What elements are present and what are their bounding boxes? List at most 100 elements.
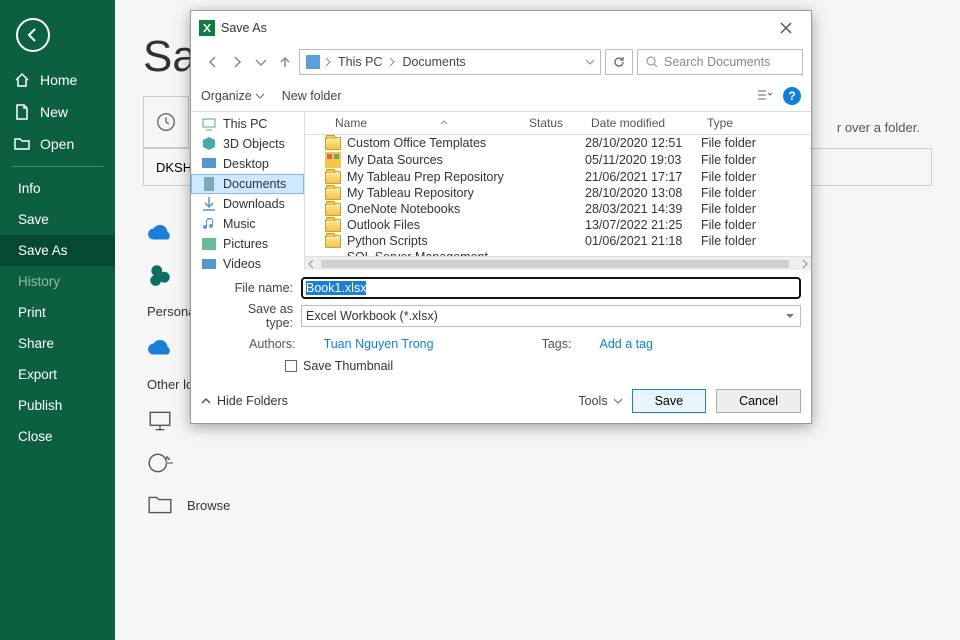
file-row[interactable]: Custom Office Templates28/10/2020 12:51F… [305, 135, 811, 151]
save-as-dialog: Save As This PC Documents Search Documen… [190, 10, 812, 424]
nav-up[interactable] [275, 52, 295, 72]
view-options[interactable] [751, 86, 779, 106]
chevron-down-icon[interactable] [586, 58, 594, 66]
col-name[interactable]: Name [305, 112, 523, 134]
docs-icon [306, 55, 320, 69]
organize-menu[interactable]: Organize [201, 89, 264, 103]
hide-folders-toggle[interactable]: Hide Folders [201, 394, 288, 408]
file-type: File folder [701, 218, 811, 232]
tree-videos[interactable]: Videos [191, 254, 304, 270]
close-button[interactable] [769, 16, 803, 40]
file-row[interactable]: Outlook Files13/07/2022 21:25File folder [305, 217, 811, 233]
backstage-close[interactable]: Close [0, 421, 115, 452]
backstage-label: Open [40, 136, 74, 152]
datasource-icon [325, 152, 341, 168]
folder-icon [325, 187, 341, 200]
file-name-input[interactable] [301, 277, 801, 299]
file-row[interactable]: OneNote Notebooks28/03/2021 14:39File fo… [305, 201, 811, 217]
place-add[interactable] [143, 442, 932, 484]
tree-documents[interactable]: Documents [191, 174, 304, 194]
file-type: File folder [701, 186, 811, 200]
backstage-save[interactable]: Save [0, 204, 115, 235]
scroll-left-icon[interactable] [307, 260, 315, 268]
file-name: Custom Office Templates [347, 136, 486, 150]
backstage-print[interactable]: Print [0, 297, 115, 328]
save-thumbnail-checkbox[interactable] [285, 360, 297, 372]
dialog-fields: File name: Save as type: Excel Workbook … [191, 270, 811, 381]
horizontal-scrollbar[interactable] [305, 256, 811, 270]
save-type-row: Save as type: Excel Workbook (*.xlsx) [227, 302, 801, 330]
folder-icon [325, 171, 341, 184]
scrollbar-thumb[interactable] [321, 260, 789, 268]
address-bar[interactable]: This PC Documents [299, 49, 601, 75]
file-row[interactable]: My Tableau Repository28/10/2020 13:08Fil… [305, 185, 811, 201]
tree-music[interactable]: Music [191, 214, 304, 234]
backstage-new[interactable]: New [0, 96, 115, 128]
tree-desktop[interactable]: Desktop [191, 154, 304, 174]
scroll-right-icon[interactable] [801, 260, 809, 268]
save-type-label: Save as type: [227, 302, 301, 330]
chevron-down-icon [614, 397, 622, 405]
file-row[interactable]: My Data Sources05/11/2020 19:03File fold… [305, 151, 811, 169]
tags-value[interactable]: Add a tag [599, 337, 653, 351]
col-date[interactable]: Date modified [585, 112, 701, 134]
chevron-up-icon [201, 396, 211, 406]
backstage-home[interactable]: Home [0, 64, 115, 96]
backstage-share[interactable]: Share [0, 328, 115, 359]
file-row[interactable]: My Tableau Prep Repository21/06/2021 17:… [305, 169, 811, 185]
file-name: My Tableau Repository [347, 186, 474, 200]
back-button[interactable] [16, 18, 50, 52]
chevron-right-icon [324, 58, 332, 66]
save-button[interactable]: Save [632, 389, 707, 413]
chevron-down-icon [256, 92, 264, 100]
file-date: 05/11/2020 19:03 [585, 153, 701, 167]
file-name: My Data Sources [347, 153, 443, 167]
backstage-label: New [40, 104, 68, 120]
breadcrumb-seg[interactable]: Documents [400, 55, 467, 69]
place-browse[interactable]: Browse [143, 484, 932, 526]
save-thumbnail-label: Save Thumbnail [303, 359, 393, 373]
backstage-save-as[interactable]: Save As [0, 235, 115, 266]
tree-this-pc[interactable]: This PC [191, 114, 304, 134]
nav-forward[interactable] [227, 52, 247, 72]
backstage-open[interactable]: Open [0, 128, 115, 160]
backstage-export[interactable]: Export [0, 359, 115, 390]
new-icon [14, 104, 30, 120]
file-row[interactable]: Python Scripts01/06/2021 21:18File folde… [305, 233, 811, 249]
column-headers: Name Status Date modified Type [305, 112, 811, 135]
open-icon [14, 136, 30, 152]
hint-text: r over a folder. [837, 120, 920, 135]
refresh-button[interactable] [605, 49, 633, 75]
backstage-sidebar: Home New Open Info Save Save As History … [0, 0, 115, 640]
backstage-info[interactable]: Info [0, 173, 115, 204]
tree-pictures[interactable]: Pictures [191, 234, 304, 254]
dialog-footer: Hide Folders Tools Save Cancel [191, 381, 811, 423]
file-date: 01/06/2021 21:18 [585, 234, 701, 248]
excel-icon [199, 20, 215, 36]
breadcrumb-seg[interactable]: This PC [336, 55, 384, 69]
help-button[interactable]: ? [783, 87, 801, 105]
chevron-right-icon [388, 58, 396, 66]
tools-menu[interactable]: Tools [578, 394, 621, 408]
thumbnail-row: Save Thumbnail [227, 353, 801, 375]
file-type: File folder [701, 202, 811, 216]
save-type-select[interactable]: Excel Workbook (*.xlsx) [301, 305, 801, 327]
file-row[interactable]: SQL Server Management Studio22/09/2021 1… [305, 249, 811, 256]
backstage-publish[interactable]: Publish [0, 390, 115, 421]
file-type: File folder [701, 136, 811, 150]
folder-tree[interactable]: This PC 3D Objects Desktop Documents Dow… [191, 112, 305, 270]
col-type[interactable]: Type [701, 112, 811, 134]
backstage-history[interactable]: History [0, 266, 115, 297]
col-status[interactable]: Status [523, 112, 585, 134]
authors-value[interactable]: Tuan Nguyen Trong [324, 337, 434, 351]
nav-back[interactable] [203, 52, 223, 72]
new-folder-button[interactable]: New folder [282, 89, 342, 103]
cancel-button[interactable]: Cancel [716, 389, 801, 413]
file-name: Python Scripts [347, 234, 428, 248]
file-list: Name Status Date modified Type Custom Of… [305, 112, 811, 270]
nav-recent[interactable] [251, 52, 271, 72]
search-input[interactable]: Search Documents [637, 49, 803, 75]
tree-downloads[interactable]: Downloads [191, 194, 304, 214]
tree-3d[interactable]: 3D Objects [191, 134, 304, 154]
recent-icon[interactable] [143, 96, 189, 148]
